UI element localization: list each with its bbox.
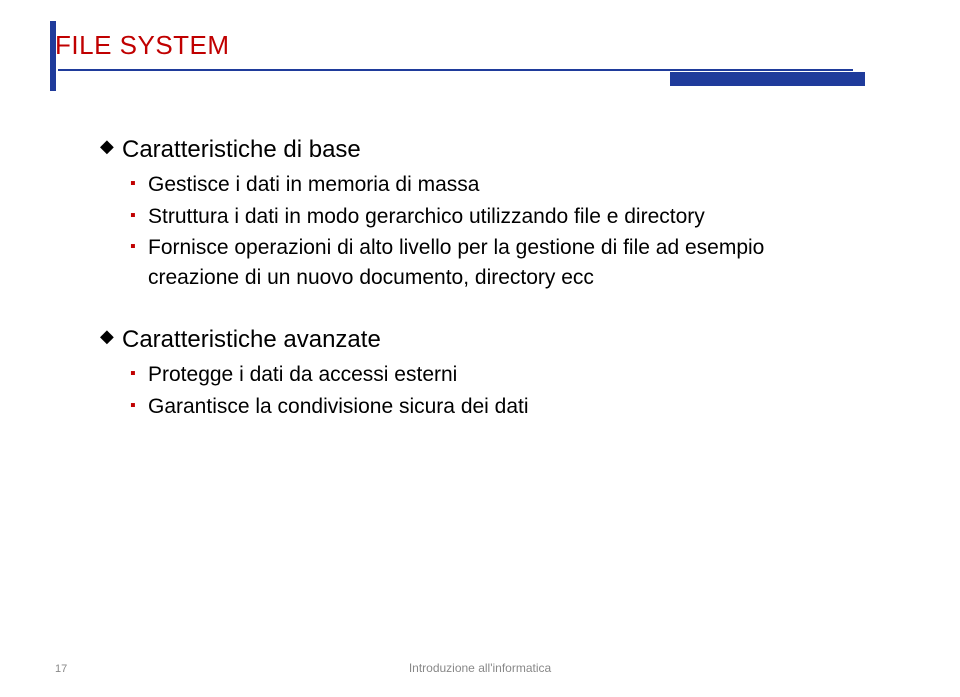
item-text: Fornisce operazioni di alto livello per …	[148, 233, 828, 292]
section-heading: ◆ Caratteristiche di base	[100, 134, 855, 166]
footer-text: Introduzione all'informatica	[0, 661, 960, 675]
list-item: ▪ Fornisce operazioni di alto livello pe…	[130, 233, 855, 292]
bullet-list: ▪ Gestisce i dati in memoria di massa ▪ …	[130, 170, 855, 292]
title-rule	[50, 67, 915, 89]
item-text: Struttura i dati in modo gerarchico util…	[148, 202, 705, 231]
rule-block	[670, 72, 865, 86]
item-text: Gestisce i dati in memoria di massa	[148, 170, 479, 199]
heading-text: Caratteristiche avanzate	[122, 324, 381, 356]
bullet-list: ▪ Protegge i dati da accessi esterni ▪ G…	[130, 360, 855, 421]
heading-text: Caratteristiche di base	[122, 134, 361, 166]
rule-vertical	[50, 21, 56, 91]
square-bullet-icon: ▪	[130, 170, 148, 195]
diamond-bullet-icon: ◆	[100, 324, 122, 348]
item-text: Garantisce la condivisione sicura dei da…	[148, 392, 529, 421]
slide: FILE SYSTEM ◆ Caratteristiche di base ▪ …	[0, 0, 960, 697]
list-item: ▪ Protegge i dati da accessi esterni	[130, 360, 855, 389]
diamond-bullet-icon: ◆	[100, 134, 122, 158]
content: ◆ Caratteristiche di base ▪ Gestisce i d…	[100, 134, 855, 421]
list-item: ▪ Garantisce la condivisione sicura dei …	[130, 392, 855, 421]
list-item: ▪ Gestisce i dati in memoria di massa	[130, 170, 855, 199]
list-item: ▪ Struttura i dati in modo gerarchico ut…	[130, 202, 855, 231]
slide-title: FILE SYSTEM	[55, 30, 915, 61]
square-bullet-icon: ▪	[130, 233, 148, 258]
square-bullet-icon: ▪	[130, 202, 148, 227]
square-bullet-icon: ▪	[130, 360, 148, 385]
square-bullet-icon: ▪	[130, 392, 148, 417]
rule-horizontal	[58, 69, 853, 71]
item-text: Protegge i dati da accessi esterni	[148, 360, 457, 389]
section-heading: ◆ Caratteristiche avanzate	[100, 324, 855, 356]
